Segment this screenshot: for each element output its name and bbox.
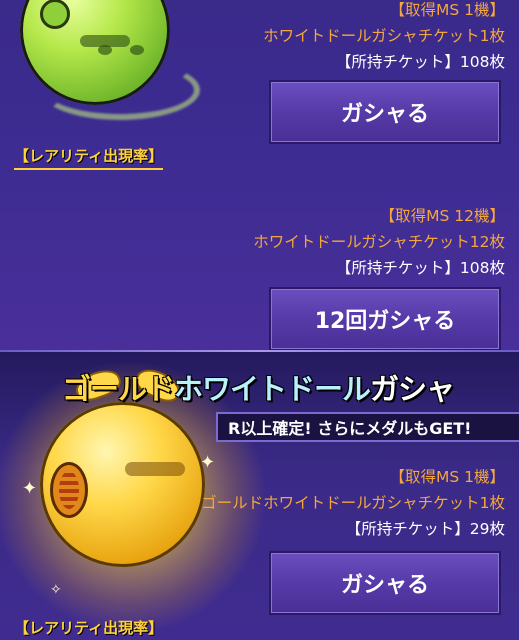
gold-gacha-info: 【取得MS 1機】 ゴールドホワイトドールガシャチケット1枚 【所持チケット】2…: [201, 464, 505, 542]
gold-gacha-title: ゴールド ホワイトドール ガシャ: [62, 362, 455, 412]
acquire-label: 【取得MS 12機】: [379, 207, 505, 225]
gacha-panel-white-doll: 【取得MS 1機】 ホワイトドールガシャチケット1枚 【所持チケット】108枚 …: [0, 0, 519, 352]
haro-ear: [50, 462, 88, 518]
haro-slot: [125, 462, 185, 476]
title-gold: ゴールド: [62, 372, 175, 406]
acquire-label: 【取得MS 1機】: [389, 468, 505, 486]
haro-eye-left: [98, 45, 112, 55]
ticket-name: ゴールドホワイトドールガシャチケット1枚: [201, 494, 505, 512]
rarity-rate-link[interactable]: 【レアリティ出現率】: [14, 617, 163, 640]
haro-eye-right: [130, 45, 144, 55]
twelve-gacha-info: 【取得MS 12機】 ホワイトドールガシャチケット12枚 【所持チケット】108…: [253, 203, 505, 281]
single-gacha-info: 【取得MS 1機】 ホワイトドールガシャチケット1枚 【所持チケット】108枚: [263, 0, 505, 75]
ticket-name: ホワイトドールガシャチケット12枚: [253, 233, 505, 251]
owned-tickets: 【所持チケット】108枚: [335, 53, 505, 71]
gold-haro-icon: [40, 402, 205, 567]
gacha-12-button[interactable]: 12回ガシャる: [269, 287, 501, 351]
acquire-label: 【取得MS 1機】: [389, 1, 505, 19]
gacha-panel-gold-white-doll: ✦ ✦ ✧ ✧ ゴールド ホワイトドール ガシャ R以上確定! さらにメダルもG…: [0, 352, 519, 640]
sparkle-icon: ✦: [22, 478, 38, 499]
sparkle-icon: ✧: [50, 582, 62, 598]
rarity-rate-link[interactable]: 【レアリティ出現率】: [14, 145, 164, 170]
gacha-button[interactable]: ガシャる: [269, 80, 501, 144]
owned-tickets: 【所持チケット】108枚: [335, 259, 505, 277]
ticket-name: ホワイトドールガシャチケット1枚: [263, 27, 505, 45]
gold-gacha-subtitle: R以上確定! さらにメダルもGET!: [216, 412, 519, 442]
owned-tickets: 【所持チケット】29枚: [345, 520, 505, 538]
title-gacha: ガシャ: [370, 372, 455, 406]
title-white-doll: ホワイトドール: [174, 372, 371, 406]
haro-knob: [40, 0, 70, 29]
gold-gacha-button[interactable]: ガシャる: [269, 551, 501, 615]
